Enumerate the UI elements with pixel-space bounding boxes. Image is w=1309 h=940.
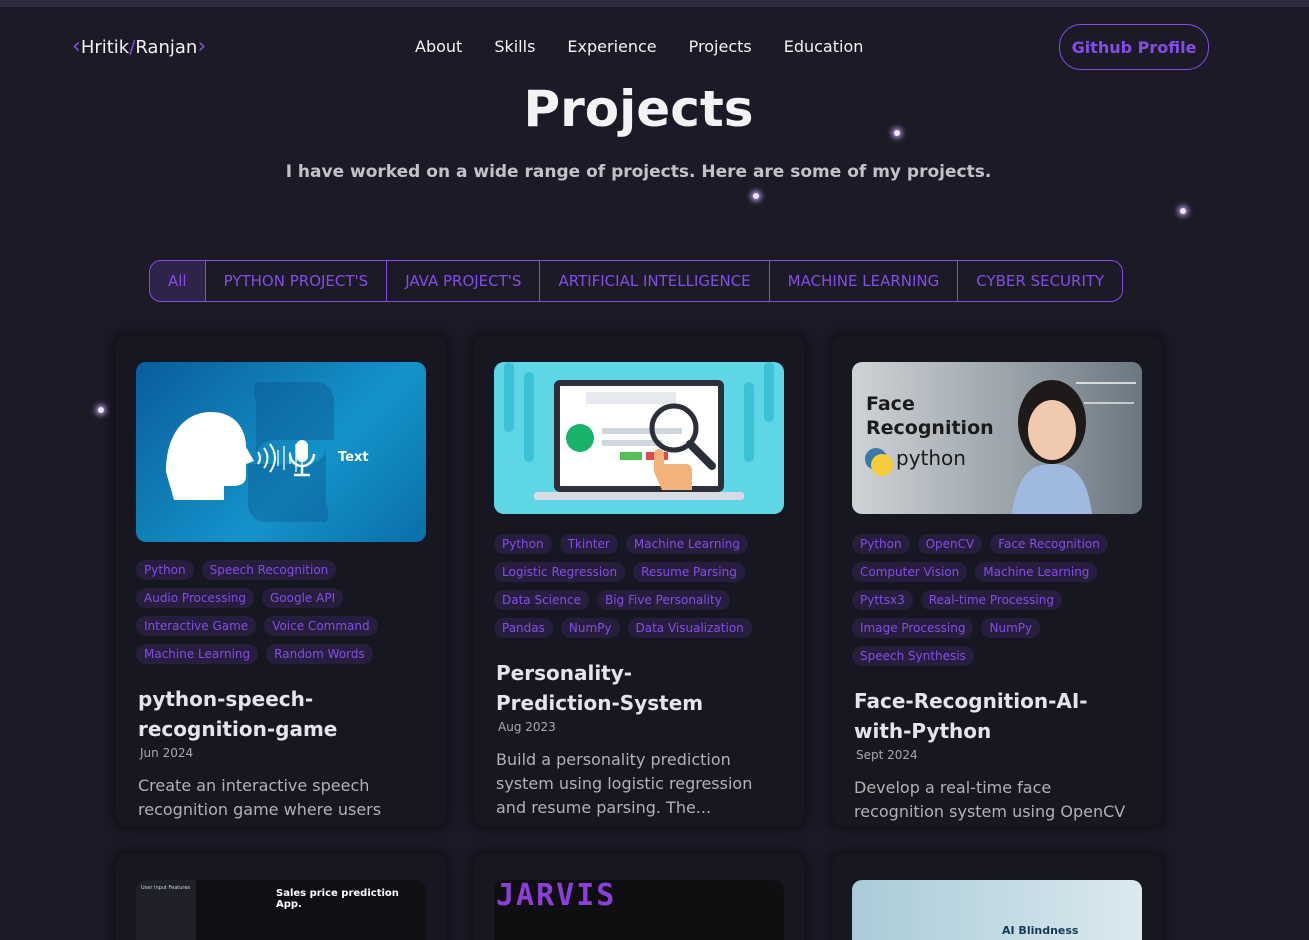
project-card[interactable]: AI Blindness [832, 854, 1162, 940]
nav-link-experience[interactable]: Experience [567, 37, 656, 56]
tag-list: Python OpenCV Face Recognition Computer … [852, 534, 1142, 674]
tag: NumPy [981, 618, 1041, 638]
tag: Resume Parsing [633, 562, 745, 582]
logo-last-name: Ranjan [135, 36, 198, 58]
tag: Python [852, 534, 910, 554]
filter-java[interactable]: JAVA PROJECT'S [387, 261, 541, 301]
project-title: python-speech-recognition-game [138, 687, 338, 741]
nav-link-projects[interactable]: Projects [689, 37, 752, 56]
nav-links: About Skills Experience Projects Educati… [415, 37, 895, 56]
project-title: Face-Recognition-AI-with-Python [854, 689, 1088, 743]
project-card[interactable]: Face Recognition python Python OpenCV Fa… [832, 336, 1162, 826]
filter-all[interactable]: All [150, 261, 206, 301]
tag: Google API [262, 588, 344, 608]
tag: Face Recognition [990, 534, 1108, 554]
thumbnail-sidebar-label: User Input Features [141, 885, 191, 891]
project-card[interactable]: JARVIS [474, 854, 804, 940]
top-scroll-strip [0, 0, 1309, 7]
nav-link-education[interactable]: Education [784, 37, 864, 56]
tag: Real-time Processing [920, 590, 1062, 610]
project-title: Personality-Prediction-System [496, 661, 704, 715]
project-card[interactable]: Text Python Speech Recognition Audio Pro… [116, 336, 446, 826]
tag: Computer Vision [852, 562, 968, 582]
tag: Speech Synthesis [852, 646, 974, 666]
project-thumbnail [494, 362, 784, 514]
project-filter-group: All PYTHON PROJECT'S JAVA PROJECT'S ARTI… [149, 260, 1124, 302]
filter-cyber-security[interactable]: CYBER SECURITY [958, 261, 1122, 301]
thumbnail-caption: Text [338, 450, 369, 465]
star-particle [894, 130, 900, 136]
star-particle [753, 193, 759, 199]
tag: Machine Learning [625, 534, 749, 554]
star-particle [98, 407, 104, 413]
chevron-right-icon: › [197, 34, 207, 59]
tag-list: Python Speech Recognition Audio Processi… [136, 560, 426, 672]
nav-link-about[interactable]: About [415, 37, 462, 56]
tag: Big Five Personality [596, 590, 730, 610]
thumbnail-heading: AI Blindness [1002, 924, 1079, 937]
project-thumbnail: JARVIS [494, 880, 784, 940]
project-description: Build a personality prediction system us… [496, 750, 753, 817]
github-profile-button[interactable]: Github Profile [1059, 24, 1209, 70]
filter-python[interactable]: PYTHON PROJECT'S [206, 261, 388, 301]
star-particle [1180, 208, 1186, 214]
thumbnail-heading: JARVIS [496, 880, 617, 913]
tag: Interactive Game [136, 616, 257, 636]
project-card[interactable]: Python Tkinter Machine Learning Logistic… [474, 336, 804, 826]
project-description: Create an interactive speech recognition… [138, 776, 382, 819]
tag: Random Words [266, 644, 373, 664]
logo[interactable]: ‹ Hritik / Ranjan › [72, 36, 206, 58]
project-date: Aug 2023 [498, 720, 556, 734]
chevron-left-icon: ‹ [72, 34, 81, 59]
tag-list: Python Tkinter Machine Learning Logistic… [494, 534, 784, 646]
tag: Python [494, 534, 552, 554]
project-card[interactable]: User Input Features Sales price predicti… [116, 854, 446, 940]
project-date: Sept 2024 [856, 748, 918, 762]
page-subtitle: I have worked on a wide range of project… [285, 162, 992, 182]
tag: Speech Recognition [201, 560, 337, 580]
filter-ai[interactable]: ARTIFICIAL INTELLIGENCE [540, 261, 770, 301]
tag: Image Processing [852, 618, 974, 638]
tag: Machine Learning [975, 562, 1098, 582]
project-thumbnail: Text [136, 362, 426, 542]
thumbnail-python-label: python [896, 446, 966, 470]
project-thumbnail: User Input Features Sales price predicti… [136, 880, 426, 940]
project-thumbnail: Face Recognition python [852, 362, 1142, 514]
tag: OpenCV [917, 534, 983, 554]
tag: Audio Processing [136, 588, 254, 608]
project-thumbnail: AI Blindness [852, 880, 1142, 940]
thumbnail-heading: Sales price prediction App. [276, 888, 399, 910]
project-date: Jun 2024 [140, 746, 194, 760]
navbar: ‹ Hritik / Ranjan › About Skills Experie… [0, 24, 1309, 70]
tag: Voice Command [264, 616, 378, 636]
tag: NumPy [560, 618, 620, 638]
filter-ml[interactable]: MACHINE LEARNING [770, 261, 959, 301]
speech-to-text-illustration [166, 382, 334, 522]
project-description: Develop a real-time face recognition sys… [854, 778, 1126, 821]
tag: Python [136, 560, 194, 580]
tag: Pyttsx3 [852, 590, 913, 610]
logo-first-name: Hritik [80, 36, 130, 58]
tag: Pandas [494, 618, 553, 638]
tag: Tkinter [559, 534, 618, 554]
tag: Data Science [494, 590, 589, 610]
tag: Machine Learning [136, 644, 259, 664]
resume-screening-illustration [504, 362, 774, 500]
thumbnail-heading: Face Recognition [866, 393, 994, 439]
tag: Logistic Regression [494, 562, 626, 582]
page-title: Projects [523, 80, 754, 138]
nav-link-skills[interactable]: Skills [494, 37, 535, 56]
tag: Data Visualization [627, 618, 752, 638]
